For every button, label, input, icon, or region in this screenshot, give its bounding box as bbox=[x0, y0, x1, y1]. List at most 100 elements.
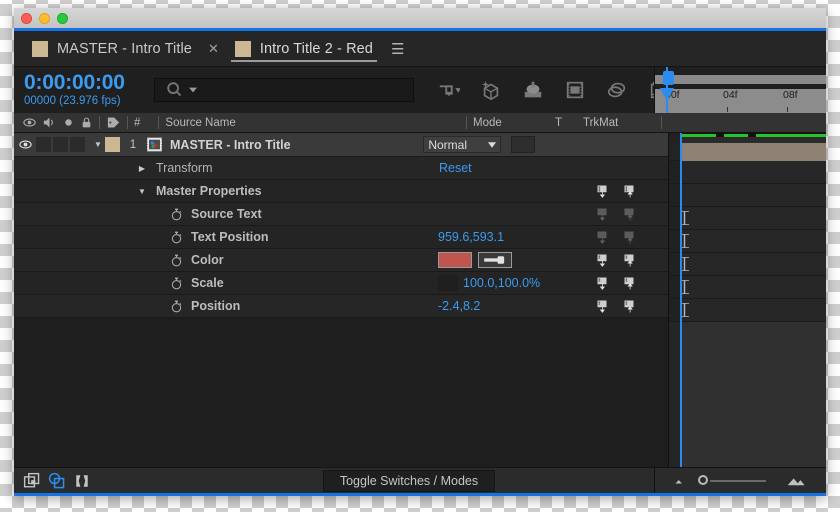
layer-trkmat-dropdown[interactable] bbox=[511, 136, 536, 153]
current-timecode[interactable]: 0:00:00:00 00000 (23.976 fps) bbox=[14, 72, 144, 108]
minimize-window-button[interactable] bbox=[39, 12, 50, 24]
in-out-stretch-icon[interactable] bbox=[73, 472, 91, 490]
audio-icon[interactable] bbox=[42, 115, 57, 130]
footer-switch-buttons bbox=[14, 472, 174, 490]
push-master-properties-icon[interactable] bbox=[623, 299, 638, 314]
table-row[interactable]: Color bbox=[14, 249, 668, 272]
transform-twisty-icon[interactable]: ▶ bbox=[135, 164, 149, 173]
layer-lock-toggle[interactable] bbox=[70, 137, 85, 152]
track-row-layer[interactable] bbox=[669, 137, 826, 161]
work-area-start-handle[interactable] bbox=[663, 71, 674, 85]
property-value[interactable]: 100.0,100.0% bbox=[463, 276, 540, 290]
column-trkmat-header[interactable]: TrkMat bbox=[583, 117, 655, 129]
push-master-properties-icon[interactable] bbox=[623, 184, 638, 199]
tab-close-icon[interactable]: ✕ bbox=[202, 42, 225, 55]
zoom-window-button[interactable] bbox=[57, 12, 68, 24]
push-master-properties-icon[interactable] bbox=[623, 207, 638, 222]
column-mode-header[interactable]: Mode bbox=[473, 117, 555, 129]
timeline-switch-icons bbox=[438, 79, 670, 101]
column-number-header[interactable]: # bbox=[134, 117, 140, 129]
zoom-slider[interactable] bbox=[698, 474, 767, 485]
table-row[interactable]: ▼ Master Properties bbox=[14, 180, 668, 203]
motion-blur-icon[interactable] bbox=[606, 79, 628, 101]
master-property-actions bbox=[596, 299, 638, 314]
zoom-out-icon[interactable] bbox=[673, 475, 691, 487]
stopwatch-icon[interactable] bbox=[170, 208, 183, 221]
label-icon[interactable] bbox=[106, 115, 121, 130]
table-row[interactable]: ▼ 1 MASTER - Intro Title Normal bbox=[14, 133, 668, 157]
timeline-ruler[interactable]: 00f 04f 08f bbox=[654, 67, 826, 113]
track-row[interactable] bbox=[669, 253, 826, 276]
table-row[interactable]: ▶ Transform Reset bbox=[14, 157, 668, 180]
panel-focus-highlight-bottom bbox=[14, 493, 826, 496]
track-row[interactable] bbox=[669, 184, 826, 207]
table-row[interactable]: Position -2.4,8.2 bbox=[14, 295, 668, 318]
pull-master-properties-icon[interactable] bbox=[596, 230, 611, 245]
timeline-track-panel[interactable] bbox=[668, 133, 826, 467]
track-row[interactable] bbox=[669, 230, 826, 253]
hide-shy-layers-icon[interactable] bbox=[522, 79, 544, 101]
solo-icon[interactable] bbox=[62, 116, 75, 129]
stopwatch-icon[interactable] bbox=[170, 300, 183, 313]
lock-icon[interactable] bbox=[80, 116, 93, 130]
track-row[interactable] bbox=[669, 299, 826, 322]
layer-outline-panel: ▼ 1 MASTER - Intro Title Normal ▶ Transf… bbox=[14, 133, 668, 467]
layer-twisty-icon[interactable]: ▼ bbox=[91, 140, 105, 149]
push-master-properties-icon[interactable] bbox=[623, 253, 638, 268]
tab-master-intro-title[interactable]: MASTER - Intro Title bbox=[22, 31, 202, 66]
layer-solo-toggle[interactable] bbox=[53, 137, 68, 152]
pull-master-properties-icon[interactable] bbox=[596, 299, 611, 314]
zoom-in-icon[interactable] bbox=[786, 474, 808, 488]
column-t-header[interactable]: T bbox=[555, 117, 583, 129]
toggle-switches-modes-button[interactable]: Toggle Switches / Modes bbox=[322, 469, 496, 492]
pull-master-properties-icon[interactable] bbox=[596, 276, 611, 291]
ruler-tickmark bbox=[787, 107, 788, 112]
table-row[interactable]: Scale 100.0,100.0% bbox=[14, 272, 668, 295]
layer-mode-dropdown[interactable]: Normal bbox=[423, 136, 502, 153]
close-window-button[interactable] bbox=[21, 12, 32, 24]
scale-link-toggle[interactable] bbox=[438, 275, 458, 291]
tab-label-swatch-icon bbox=[234, 40, 251, 57]
table-row[interactable]: Text Position 959.6,593.1 bbox=[14, 226, 668, 249]
layer-audio-toggle[interactable] bbox=[36, 137, 51, 152]
push-master-properties-icon[interactable] bbox=[623, 230, 638, 245]
eye-icon[interactable] bbox=[22, 115, 37, 130]
tab-intro-title-2-red[interactable]: Intro Title 2 - Red bbox=[225, 31, 383, 66]
column-source-name-header[interactable]: Source Name bbox=[165, 117, 235, 129]
stopwatch-icon[interactable] bbox=[170, 231, 183, 244]
property-value[interactable]: 959.6,593.1 bbox=[438, 230, 504, 244]
layer-duration-bar[interactable] bbox=[680, 143, 826, 161]
layer-visibility-toggle[interactable] bbox=[14, 137, 36, 152]
chevron-down-icon[interactable] bbox=[189, 86, 197, 94]
search-input[interactable] bbox=[154, 78, 414, 102]
transform-reset-link[interactable]: Reset bbox=[439, 161, 472, 175]
pull-master-properties-icon[interactable] bbox=[596, 253, 611, 268]
track-row[interactable] bbox=[669, 161, 826, 184]
frame-blending-icon[interactable] bbox=[564, 79, 586, 101]
master-property-actions bbox=[596, 207, 638, 222]
panel-menu-icon[interactable]: ☰ bbox=[391, 40, 404, 58]
live-update-icon[interactable] bbox=[438, 79, 460, 101]
playhead-line[interactable] bbox=[680, 133, 682, 467]
search-icon bbox=[167, 82, 182, 97]
transfer-controls-icon[interactable] bbox=[48, 472, 66, 490]
master-properties-twisty-icon[interactable]: ▼ bbox=[135, 187, 149, 196]
work-area-bar[interactable] bbox=[655, 75, 826, 84]
master-property-actions bbox=[596, 230, 638, 245]
pull-master-properties-icon[interactable] bbox=[596, 207, 611, 222]
pull-master-properties-icon[interactable] bbox=[596, 184, 611, 199]
ruler-tick-04f: 04f bbox=[723, 89, 738, 101]
draft-3d-icon[interactable] bbox=[480, 79, 502, 101]
track-row[interactable] bbox=[669, 276, 826, 299]
stopwatch-icon[interactable] bbox=[170, 254, 183, 267]
eyedropper-button[interactable] bbox=[478, 252, 512, 268]
comp-switches-icon[interactable] bbox=[23, 472, 41, 490]
track-row[interactable] bbox=[669, 207, 826, 230]
zoom-slider-knob[interactable] bbox=[698, 474, 709, 485]
stopwatch-icon[interactable] bbox=[170, 277, 183, 290]
property-value[interactable]: -2.4,8.2 bbox=[438, 299, 480, 313]
table-row[interactable]: Source Text bbox=[14, 203, 668, 226]
push-master-properties-icon[interactable] bbox=[623, 276, 638, 291]
layer-label-swatch-icon[interactable] bbox=[105, 137, 120, 152]
color-swatch[interactable] bbox=[438, 252, 472, 268]
